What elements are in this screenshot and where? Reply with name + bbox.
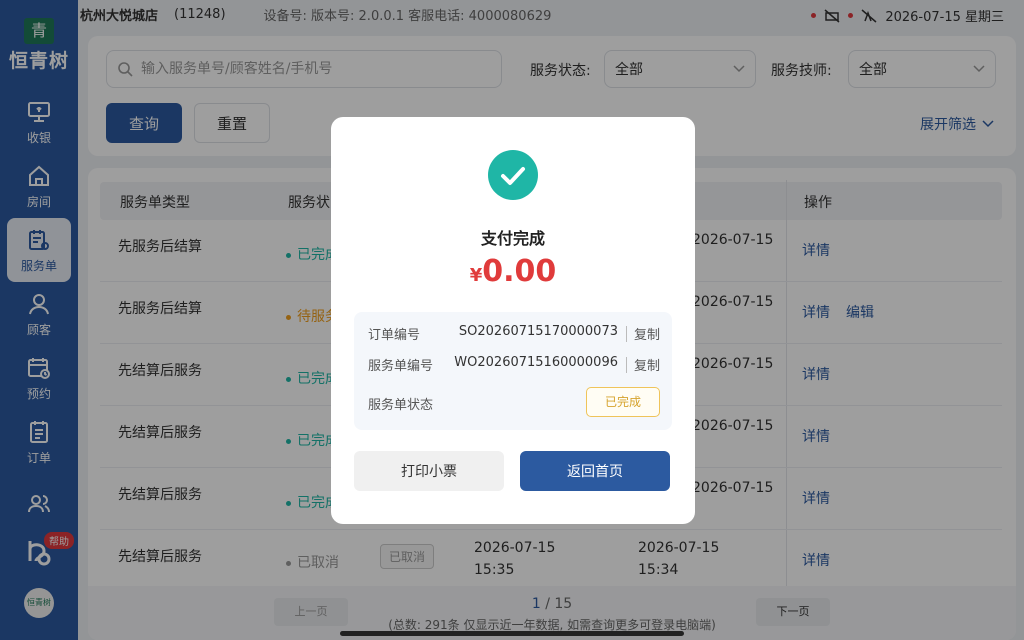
service-status-row: 服务单状态 已完成 bbox=[368, 387, 660, 417]
order-number-label: 订单编号 bbox=[368, 328, 421, 343]
service-number-row: 服务单编号 WO20260715160000096 复制 bbox=[368, 355, 660, 375]
home-indicator[interactable] bbox=[340, 631, 684, 636]
copy-order-button[interactable]: 复制 bbox=[634, 324, 660, 343]
order-info-box: 订单编号 SO20260715170000073 复制 服务单编号 WO2026… bbox=[354, 312, 672, 430]
print-receipt-button[interactable]: 打印小票 bbox=[354, 451, 504, 491]
copy-service-button[interactable]: 复制 bbox=[634, 355, 660, 374]
service-number-label: 服务单编号 bbox=[368, 359, 434, 374]
success-check-icon bbox=[488, 150, 538, 200]
currency-symbol: ¥ bbox=[469, 265, 483, 286]
divider bbox=[626, 326, 627, 342]
status-badge: 已完成 bbox=[586, 387, 660, 417]
dialog-title: 支付完成 bbox=[480, 229, 545, 248]
service-number-value: WO20260715160000096 bbox=[454, 355, 618, 370]
divider bbox=[626, 357, 627, 373]
order-number-value: SO20260715170000073 bbox=[458, 324, 618, 339]
payment-complete-dialog: 支付完成 ¥0.00 订单编号 SO20260715170000073 复制 服… bbox=[331, 117, 695, 524]
order-number-row: 订单编号 SO20260715170000073 复制 bbox=[368, 324, 660, 344]
amount-value: 0.00 bbox=[482, 254, 557, 289]
service-status-label: 服务单状态 bbox=[368, 398, 434, 413]
back-home-button[interactable]: 返回首页 bbox=[520, 451, 670, 491]
paid-amount: ¥0.00 bbox=[331, 254, 695, 289]
